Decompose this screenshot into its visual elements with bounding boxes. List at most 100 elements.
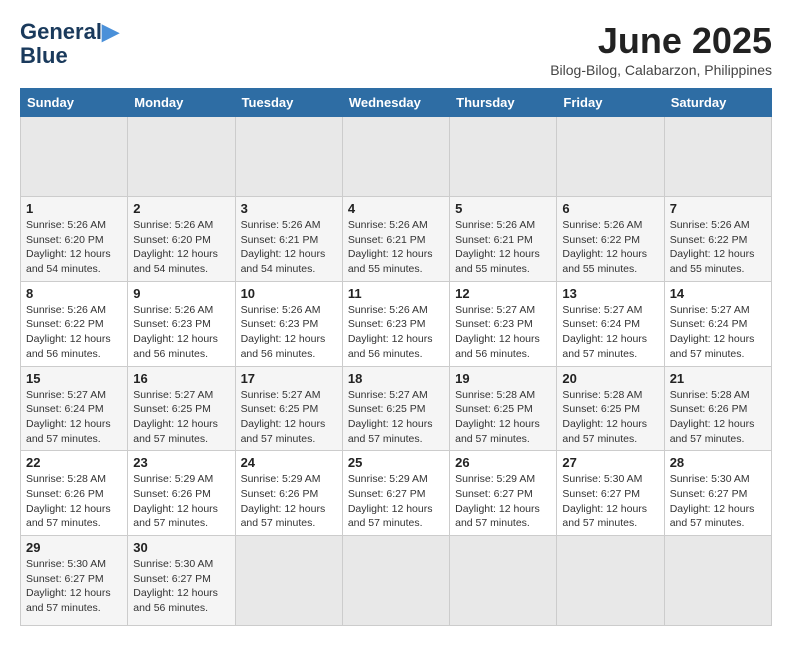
- day-cell: 3Sunrise: 5:26 AMSunset: 6:21 PMDaylight…: [235, 197, 342, 282]
- day-cell: [557, 117, 664, 197]
- day-cell: 10 Sunrise: 5:26 AMSunset: 6:23 PMDayligh…: [235, 281, 342, 366]
- day-cell: 16 Sunrise: 5:27 AMSunset: 6:25 PMDayligh…: [128, 366, 235, 451]
- day-info: Sunrise: 5:27 AMSunset: 6:24 PMDaylight:…: [26, 388, 122, 447]
- day-info: Sunrise: 5:26 AMSunset: 6:23 PMDaylight:…: [348, 303, 444, 362]
- weekday-tuesday: Tuesday: [235, 89, 342, 117]
- day-number: 5: [455, 201, 551, 216]
- day-cell: 23Sunrise: 5:29 AMSunset: 6:26 PMDayligh…: [128, 451, 235, 536]
- week-row-2: 1 Sunrise: 5:26 AMSunset: 6:20 PMDaylight…: [21, 197, 772, 282]
- day-cell: 22 Sunrise: 5:28 AMSunset: 6:26 PMDayligh…: [21, 451, 128, 536]
- day-number: 14: [670, 286, 766, 301]
- day-number: 10: [241, 286, 337, 301]
- day-cell: [21, 117, 128, 197]
- day-cell: 13 Sunrise: 5:27 AMSunset: 6:24 PMDayligh…: [557, 281, 664, 366]
- title-block: June 2025 Bilog-Bilog, Calabarzon, Phili…: [550, 20, 772, 78]
- day-number: 9: [133, 286, 229, 301]
- weekday-friday: Friday: [557, 89, 664, 117]
- day-info: Sunrise: 5:28 AMSunset: 6:25 PMDaylight:…: [455, 388, 551, 447]
- day-cell: 5 Sunrise: 5:26 AMSunset: 6:21 PMDaylight…: [450, 197, 557, 282]
- location: Bilog-Bilog, Calabarzon, Philippines: [550, 62, 772, 78]
- day-info: Sunrise: 5:26 AMSunset: 6:23 PMDaylight:…: [133, 303, 229, 362]
- day-cell: [664, 536, 771, 626]
- day-cell: 9 Sunrise: 5:26 AMSunset: 6:23 PMDaylight…: [128, 281, 235, 366]
- day-cell: 27Sunrise: 5:30 AMSunset: 6:27 PMDayligh…: [557, 451, 664, 536]
- day-number: 12: [455, 286, 551, 301]
- month-title: June 2025: [550, 20, 772, 62]
- day-info: Sunrise: 5:27 AMSunset: 6:24 PMDaylight:…: [562, 303, 658, 362]
- day-info: Sunrise: 5:26 AMSunset: 6:22 PMDaylight:…: [562, 218, 658, 277]
- day-cell: [557, 536, 664, 626]
- day-number: 7: [670, 201, 766, 216]
- day-info: Sunrise: 5:27 AMSunset: 6:25 PMDaylight:…: [241, 388, 337, 447]
- day-info: Sunrise: 5:27 AMSunset: 6:25 PMDaylight:…: [348, 388, 444, 447]
- day-info: Sunrise: 5:30 AMSunset: 6:27 PMDaylight:…: [670, 472, 766, 531]
- day-info: Sunrise: 5:26 AMSunset: 6:22 PMDaylight:…: [26, 303, 122, 362]
- day-cell: 25Sunrise: 5:29 AMSunset: 6:27 PMDayligh…: [342, 451, 449, 536]
- day-number: 20: [562, 371, 658, 386]
- day-cell: 28 Sunrise: 5:30 AMSunset: 6:27 PMDayligh…: [664, 451, 771, 536]
- day-info: Sunrise: 5:26 AMSunset: 6:22 PMDaylight:…: [670, 218, 766, 277]
- day-cell: [450, 536, 557, 626]
- logo-text: General▶Blue: [20, 20, 119, 68]
- weekday-monday: Monday: [128, 89, 235, 117]
- weekday-sunday: Sunday: [21, 89, 128, 117]
- day-cell: 6Sunrise: 5:26 AMSunset: 6:22 PMDaylight…: [557, 197, 664, 282]
- day-number: 27: [562, 455, 658, 470]
- week-row-3: 8Sunrise: 5:26 AMSunset: 6:22 PMDaylight…: [21, 281, 772, 366]
- day-number: 24: [241, 455, 337, 470]
- day-info: Sunrise: 5:28 AMSunset: 6:26 PMDaylight:…: [670, 388, 766, 447]
- day-number: 29: [26, 540, 122, 555]
- day-number: 13: [562, 286, 658, 301]
- day-number: 18: [348, 371, 444, 386]
- day-number: 15: [26, 371, 122, 386]
- week-row-4: 15 Sunrise: 5:27 AMSunset: 6:24 PMDayligh…: [21, 366, 772, 451]
- day-cell: 21 Sunrise: 5:28 AMSunset: 6:26 PMDayligh…: [664, 366, 771, 451]
- calendar-body: 1 Sunrise: 5:26 AMSunset: 6:20 PMDaylight…: [21, 117, 772, 626]
- day-number: 23: [133, 455, 229, 470]
- day-cell: [128, 117, 235, 197]
- day-number: 21: [670, 371, 766, 386]
- weekday-thursday: Thursday: [450, 89, 557, 117]
- day-info: Sunrise: 5:26 AMSunset: 6:20 PMDaylight:…: [133, 218, 229, 277]
- day-cell: 24 Sunrise: 5:29 AMSunset: 6:26 PMDayligh…: [235, 451, 342, 536]
- day-number: 22: [26, 455, 122, 470]
- day-number: 17: [241, 371, 337, 386]
- week-row-1: [21, 117, 772, 197]
- day-cell: 11Sunrise: 5:26 AMSunset: 6:23 PMDayligh…: [342, 281, 449, 366]
- day-cell: 7 Sunrise: 5:26 AMSunset: 6:22 PMDaylight…: [664, 197, 771, 282]
- day-info: Sunrise: 5:26 AMSunset: 6:21 PMDaylight:…: [455, 218, 551, 277]
- day-number: 19: [455, 371, 551, 386]
- day-number: 1: [26, 201, 122, 216]
- day-cell: 19 Sunrise: 5:28 AMSunset: 6:25 PMDayligh…: [450, 366, 557, 451]
- day-number: 26: [455, 455, 551, 470]
- page-header: General▶Blue June 2025 Bilog-Bilog, Cala…: [20, 20, 772, 78]
- week-row-6: 29 Sunrise: 5:30 AMSunset: 6:27 PMDayligh…: [21, 536, 772, 626]
- day-info: Sunrise: 5:26 AMSunset: 6:23 PMDaylight:…: [241, 303, 337, 362]
- day-info: Sunrise: 5:29 AMSunset: 6:26 PMDaylight:…: [241, 472, 337, 531]
- weekday-saturday: Saturday: [664, 89, 771, 117]
- weekday-wednesday: Wednesday: [342, 89, 449, 117]
- day-number: 25: [348, 455, 444, 470]
- weekday-header-row: SundayMondayTuesdayWednesdayThursdayFrid…: [21, 89, 772, 117]
- day-cell: [342, 536, 449, 626]
- day-info: Sunrise: 5:26 AMSunset: 6:21 PMDaylight:…: [241, 218, 337, 277]
- day-cell: [235, 117, 342, 197]
- day-info: Sunrise: 5:26 AMSunset: 6:20 PMDaylight:…: [26, 218, 122, 277]
- day-cell: 8Sunrise: 5:26 AMSunset: 6:22 PMDaylight…: [21, 281, 128, 366]
- day-cell: 18 Sunrise: 5:27 AMSunset: 6:25 PMDayligh…: [342, 366, 449, 451]
- day-cell: [450, 117, 557, 197]
- day-cell: 29 Sunrise: 5:30 AMSunset: 6:27 PMDayligh…: [21, 536, 128, 626]
- day-info: Sunrise: 5:28 AMSunset: 6:25 PMDaylight:…: [562, 388, 658, 447]
- day-cell: 12Sunrise: 5:27 AMSunset: 6:23 PMDayligh…: [450, 281, 557, 366]
- day-number: 4: [348, 201, 444, 216]
- day-info: Sunrise: 5:28 AMSunset: 6:26 PMDaylight:…: [26, 472, 122, 531]
- week-row-5: 22 Sunrise: 5:28 AMSunset: 6:26 PMDayligh…: [21, 451, 772, 536]
- day-info: Sunrise: 5:30 AMSunset: 6:27 PMDaylight:…: [26, 557, 122, 616]
- day-number: 28: [670, 455, 766, 470]
- day-number: 16: [133, 371, 229, 386]
- day-cell: 26Sunrise: 5:29 AMSunset: 6:27 PMDayligh…: [450, 451, 557, 536]
- logo: General▶Blue: [20, 20, 119, 68]
- day-cell: 4Sunrise: 5:26 AMSunset: 6:21 PMDaylight…: [342, 197, 449, 282]
- day-cell: 30Sunrise: 5:30 AMSunset: 6:27 PMDayligh…: [128, 536, 235, 626]
- day-info: Sunrise: 5:27 AMSunset: 6:25 PMDaylight:…: [133, 388, 229, 447]
